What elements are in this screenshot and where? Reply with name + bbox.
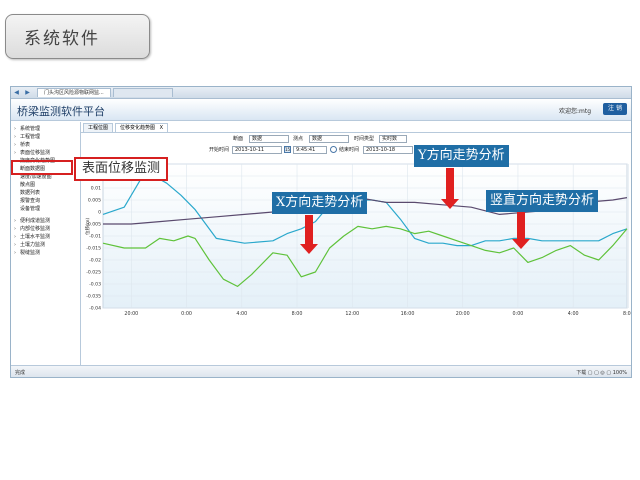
- browser-nav: ◀ ▶: [11, 89, 33, 96]
- sidebar-item-items-0[interactable]: › 系统管理: [11, 125, 80, 133]
- trend-chart-svg: 0.020.0150.010.0050-0.005-0.01-0.015-0.0…: [84, 162, 632, 317]
- x-direction-callout: X方向走势分析: [272, 192, 368, 214]
- y-axis-label: 位移(m): [84, 218, 91, 235]
- status-text: 完成: [15, 370, 26, 376]
- sidebar-item-items2-4[interactable]: › 裂缝监测: [11, 249, 80, 257]
- app-screenshot: ◀ ▶ 门头沟区风险源物联网监... 桥梁监测软件平台 欢迎您:mtg 注 销 …: [10, 86, 632, 378]
- sidebar-item-label: 表面位移监测: [20, 150, 51, 156]
- filter-toolbar: 断面 数据 测点 数据 时间类型 实时数 开始时间 2013-10-11 15 …: [81, 133, 631, 157]
- sidebar-item-items-10[interactable]: 设备管理: [11, 205, 80, 213]
- sidebar-item-items2-1[interactable]: › 内部位移监测: [11, 225, 80, 233]
- time-type-label: 时间类型: [354, 136, 375, 142]
- sidebar-item-label: 设备管理: [20, 206, 41, 212]
- y-tick-label: 0: [98, 210, 101, 216]
- x-tick-label: 4:00: [236, 311, 247, 317]
- start-time-label: 开始时间: [209, 147, 230, 153]
- trend-chart: 0.020.0150.010.0050-0.005-0.01-0.015-0.0…: [81, 158, 631, 336]
- x-tick-label: 0:00: [181, 311, 192, 317]
- x-tick-label: 8:00: [623, 311, 632, 317]
- app-title: 桥梁监测软件平台: [17, 105, 105, 118]
- x-tick-label: 16:00: [401, 311, 415, 317]
- x-arrow-icon: [300, 215, 318, 254]
- end-time-label: 结束时间: [339, 147, 360, 153]
- start-time-input[interactable]: 9:45:41: [293, 146, 327, 154]
- browser-tab[interactable]: 门头沟区风险源物联网监...: [37, 88, 111, 97]
- sidebar-item-items-9[interactable]: 报警查询: [11, 197, 80, 205]
- point-select[interactable]: 数据: [309, 135, 349, 143]
- section-label: 断面: [233, 136, 244, 142]
- forward-icon[interactable]: ▶: [25, 89, 30, 96]
- y-tick-label: 0.005: [88, 198, 101, 204]
- vertical-arrow-icon: [512, 212, 530, 249]
- sidebar-item-label: 桥表: [20, 142, 31, 148]
- sidebar-item-items-7[interactable]: 散点图: [11, 181, 80, 189]
- sidebar-item-label: 内部位移监测: [20, 226, 51, 232]
- y-tick-label: -0.04: [89, 306, 101, 312]
- sidebar-item-label: 便利成道监测: [20, 218, 51, 224]
- vertical-direction-callout: 竖直方向走势分析: [486, 190, 599, 212]
- status-bar: 完成 下载 ▢ ▢ ◎ ▢ 100%: [11, 365, 631, 377]
- y-tick-label: -0.03: [89, 282, 101, 288]
- x-tick-label: 20:00: [124, 311, 138, 317]
- sidebar: › 系统管理 › 工程管理 › 桥表 › 表面位移监测 挠度变化趋势图 断面数据图 速度/加速度图散…: [11, 122, 81, 365]
- y-tick-label: 0.01: [91, 186, 101, 192]
- x-tick-label: 20:00: [456, 311, 470, 317]
- sidebar-item-label: 土壤力监测: [20, 242, 46, 248]
- logout-button[interactable]: 注 销: [603, 103, 627, 115]
- sidebar-item-items-1[interactable]: › 工程管理: [11, 133, 80, 141]
- surface-monitoring-callout: 表面位移监测: [74, 157, 169, 181]
- app-header: 桥梁监测软件平台 欢迎您:mtg 注 销: [11, 99, 631, 121]
- sidebar-item-label: 散点图: [20, 182, 36, 188]
- calendar-icon[interactable]: 15: [284, 146, 291, 153]
- browser-tab-empty[interactable]: [112, 88, 173, 97]
- sidebar-item-label: 报警查询: [20, 198, 41, 204]
- sidebar-highlight-box: [11, 160, 73, 175]
- x-tick-label: 8:00: [292, 311, 303, 317]
- sidebar-item-label: 裂缝监测: [20, 250, 41, 256]
- tab-trend-label: 位移变化趋势图: [120, 125, 156, 131]
- sidebar-item-items-3[interactable]: › 表面位移监测: [11, 149, 80, 157]
- point-label: 测点: [293, 136, 304, 142]
- x-tick-label: 0:00: [513, 311, 524, 317]
- tab-project-map[interactable]: 工程位图: [83, 123, 114, 132]
- sidebar-item-items2-3[interactable]: › 土壤力监测: [11, 241, 80, 249]
- tab-close-icon[interactable]: X: [160, 125, 163, 131]
- section-select[interactable]: 数据: [249, 135, 289, 143]
- sidebar-item-items-2[interactable]: › 桥表: [11, 141, 80, 149]
- status-zoom: 下载 ▢ ▢ ◎ ▢ 100%: [576, 370, 627, 376]
- y-tick-label: -0.035: [86, 294, 101, 300]
- y-tick-label: -0.02: [89, 258, 101, 264]
- time-type-select[interactable]: 实时数: [379, 135, 407, 143]
- sidebar-item-items-8[interactable]: 数据列表: [11, 189, 80, 197]
- tab-bar: 工程位图 位移变化趋势图 X: [81, 122, 631, 133]
- y-direction-callout: Y方向走势分析: [414, 145, 509, 167]
- slide: 系统软件 ◀ ▶ 门头沟区风险源物联网监... 桥梁监测软件平台 欢迎您:mtg…: [0, 0, 640, 480]
- sidebar-item-label: 工程管理: [20, 134, 41, 140]
- sidebar-item-label: 土壤水平监测: [20, 234, 51, 240]
- x-tick-label: 4:00: [568, 311, 579, 317]
- start-date-input[interactable]: 2013-10-11: [232, 146, 282, 154]
- y-arrow-icon: [441, 168, 459, 209]
- browser-bar: ◀ ▶ 门头沟区风险源物联网监...: [11, 87, 631, 99]
- welcome-text: 欢迎您:mtg: [558, 108, 591, 115]
- sidebar-item-label: 数据列表: [20, 190, 41, 196]
- sidebar-item-items2-0[interactable]: › 便利成道监测: [11, 217, 80, 225]
- sidebar-item-items2-2[interactable]: › 土壤水平监测: [11, 233, 80, 241]
- y-tick-label: -0.025: [86, 270, 101, 276]
- tab-trend-chart[interactable]: 位移变化趋势图 X: [115, 123, 169, 132]
- sidebar-item-label: 系统管理: [20, 126, 41, 132]
- slide-title: 系统软件: [5, 14, 150, 59]
- end-date-input[interactable]: 2013-10-18: [363, 146, 413, 154]
- y-tick-label: -0.015: [86, 246, 101, 252]
- x-tick-label: 12:00: [345, 311, 359, 317]
- back-icon[interactable]: ◀: [14, 89, 19, 96]
- clock-icon[interactable]: [330, 146, 337, 153]
